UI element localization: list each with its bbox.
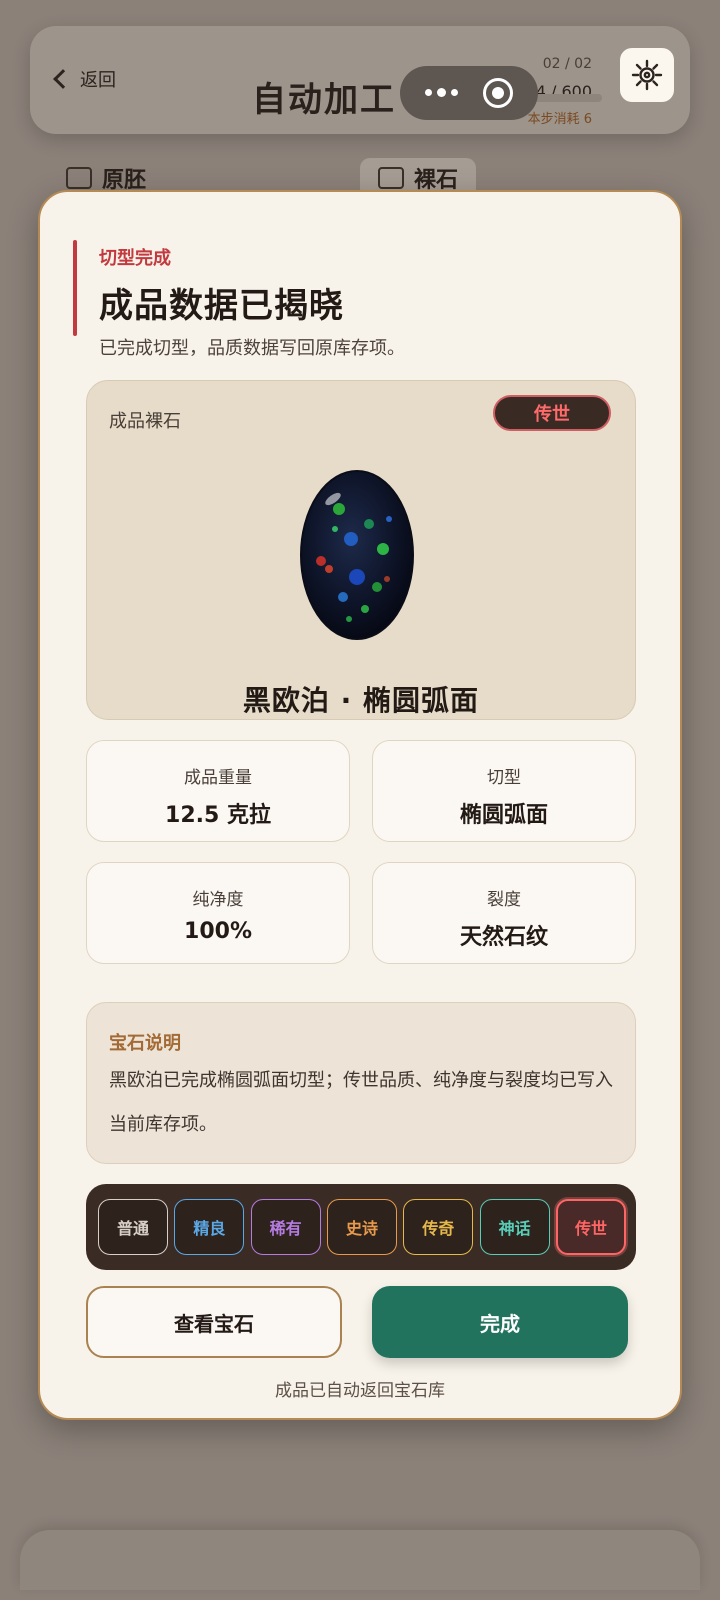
- footer-note: 成品已自动返回宝石库: [275, 1381, 445, 1401]
- gem-preview-card: 成品裸石 传世 黑欧泊 · 椭圆弧面: [86, 380, 636, 720]
- bottom-panel: [20, 1530, 700, 1590]
- top-header: 返回 自动加工 02 / 02 214 / 600 本步消耗 6: [30, 26, 690, 134]
- raw-stone-icon: [66, 167, 92, 189]
- close-target-icon[interactable]: [483, 78, 514, 108]
- miniprogram-capsule[interactable]: [400, 66, 538, 120]
- gem-card-label: 成品裸石: [109, 411, 181, 432]
- gem-name: 黑欧泊 · 椭圆弧面: [242, 684, 480, 717]
- modal-eyebrow: 切型完成: [99, 248, 171, 269]
- back-label: 返回: [80, 70, 116, 91]
- stat-value: 椭圆弧面: [459, 803, 548, 828]
- stat-label: 成品重量: [184, 768, 252, 788]
- gear-icon: [631, 59, 663, 91]
- stat-label: 裂度: [487, 890, 521, 910]
- stat-cut-card: 切型 椭圆弧面: [372, 740, 636, 842]
- eyebrow-accent-bar: [73, 240, 77, 336]
- stat-label: 纯净度: [192, 890, 244, 910]
- stat-value: 天然石纹: [459, 925, 548, 950]
- description-title: 宝石说明: [109, 1033, 181, 1054]
- quality-tier-strip: 普通 精良 稀有 史诗 传奇 神话 传世: [86, 1184, 636, 1270]
- tier-chip: 精良: [174, 1199, 245, 1255]
- modal-subtitle: 已完成切型，品质数据写回原库存项。: [99, 338, 405, 359]
- result-modal: 切型完成 成品数据已揭晓 已完成切型，品质数据写回原库存项。 成品裸石 传世 黑…: [38, 190, 682, 1420]
- stat-label: 切型: [487, 768, 521, 788]
- tier-chip: 普通: [98, 1199, 168, 1255]
- tier-chip: 传奇: [403, 1199, 474, 1255]
- stat-value: 100%: [184, 919, 252, 944]
- chevron-left-icon: [53, 69, 73, 89]
- tier-badge: 传世: [493, 395, 611, 431]
- done-button[interactable]: 完成: [372, 1286, 628, 1358]
- tier-chip: 神话: [479, 1199, 550, 1255]
- gem-icon: [378, 167, 404, 189]
- tier-chip: 稀有: [250, 1199, 321, 1255]
- tier-chip: 传世: [555, 1199, 626, 1255]
- settings-button[interactable]: [620, 48, 674, 102]
- tier-chip: 史诗: [326, 1199, 397, 1255]
- modal-title: 成品数据已揭晓: [99, 286, 344, 326]
- black-opal-image: [300, 470, 414, 640]
- description-text: 黑欧泊已完成椭圆弧面切型；传世品质、纯净度与裂度均已写入当前库存项。: [109, 1070, 613, 1135]
- stat-weight-card: 成品重量 12.5 克拉: [86, 740, 350, 842]
- view-gem-button[interactable]: 查看宝石: [86, 1286, 342, 1358]
- page-title: 自动加工: [252, 80, 396, 120]
- stat-clarity-card: 纯净度 100%: [86, 862, 350, 964]
- more-dots-icon[interactable]: [424, 88, 458, 97]
- stat-crack-card: 裂度 天然石纹: [372, 862, 636, 964]
- stat-value: 12.5 克拉: [165, 803, 271, 828]
- back-button[interactable]: 返回: [53, 66, 116, 92]
- gem-description-card: 宝石说明 黑欧泊已完成椭圆弧面切型；传世品质、纯净度与裂度均已写入当前库存项。: [86, 1002, 636, 1164]
